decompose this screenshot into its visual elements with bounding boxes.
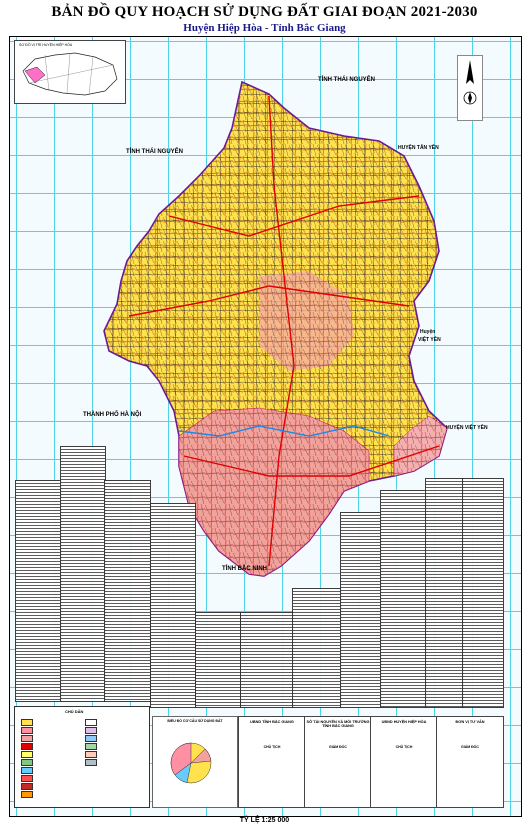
pie-caption: BIỂU ĐỒ CƠ CẤU SỬ DỤNG ĐẤT bbox=[167, 719, 223, 723]
map-subtitle: Huyện Hiệp Hòa - Tỉnh Bắc Giang bbox=[183, 22, 346, 34]
legend-swatch-agri bbox=[21, 719, 33, 726]
north-arrow-icon bbox=[457, 55, 483, 121]
stats-table-1 bbox=[15, 480, 62, 702]
signature-org-2: SỞ TÀI NGUYÊN VÀ MÔI TRƯỜNG TỈNH BẮC GIA… bbox=[306, 720, 370, 728]
signature-box-1: UBND TỈNH BẮC GIANG CHỦ TỊCH bbox=[238, 716, 306, 808]
stats-table-7 bbox=[292, 588, 342, 708]
land-use-pie bbox=[170, 742, 212, 784]
inset-map bbox=[22, 52, 118, 96]
signature-org-1: UBND TỈNH BẮC GIANG bbox=[250, 720, 294, 724]
signature-role-1: CHỦ TỊCH bbox=[263, 745, 281, 749]
stats-table-8 bbox=[340, 512, 382, 708]
map-scale: TỶ LỆ 1:25 000 bbox=[239, 817, 290, 824]
legend-swatch-red bbox=[21, 775, 33, 782]
signature-box-4: ĐƠN VỊ TƯ VẤN GIÁM ĐỐC bbox=[436, 716, 504, 808]
signature-box-2: SỞ TÀI NGUYÊN VÀ MÔI TRƯỜNG TỈNH BẮC GIA… bbox=[304, 716, 372, 808]
legend-swatch-roads bbox=[21, 743, 33, 750]
legend-swatch-orange bbox=[21, 791, 33, 798]
signature-org-4: ĐƠN VỊ TƯ VẤN bbox=[455, 720, 485, 724]
map-legend: CHÚ DẪN bbox=[14, 706, 150, 808]
label-tan-yen: HUYỆN TÂN YÊN bbox=[398, 145, 439, 151]
stats-table-9 bbox=[380, 490, 427, 708]
label-viet-yen-1: Huyện bbox=[420, 329, 436, 335]
legend-swatch-lightgreen bbox=[85, 743, 97, 750]
legend-swatch-grey bbox=[85, 759, 97, 766]
signature-role-2: GIÁM ĐỐC bbox=[329, 745, 347, 749]
signature-org-3: UBND HUYỆN HIỆP HÒA bbox=[381, 720, 427, 724]
stats-table-2 bbox=[60, 446, 106, 702]
inset-caption: SƠ ĐỒ VỊ TRÍ HUYỆN HIỆP HÒA bbox=[19, 43, 73, 47]
legend-swatch-lightblue bbox=[85, 735, 97, 742]
map-title: BẢN ĐỒ QUY HOẠCH SỬ DỤNG ĐẤT GIAI ĐOẠN 2… bbox=[51, 4, 478, 20]
label-thai-nguyen-ne: TỈNH THÁI NGUYÊN bbox=[318, 77, 375, 83]
label-bac-ninh: TỈNH BẮC NINH bbox=[222, 566, 267, 572]
stats-table-3 bbox=[104, 480, 151, 702]
location-inset: SƠ ĐỒ VỊ TRÍ HUYỆN HIỆP HÒA bbox=[14, 40, 126, 104]
signature-role-3: CHỦ TỊCH bbox=[395, 745, 413, 749]
legend-caption: CHÚ DẪN bbox=[65, 709, 84, 714]
legend-swatch-rice bbox=[21, 751, 33, 758]
legend-swatch-peach bbox=[85, 751, 97, 758]
stats-table-10 bbox=[425, 478, 464, 708]
land-use-pie-box: BIỂU ĐỒ CƠ CẤU SỬ DỤNG ĐẤT bbox=[152, 716, 238, 808]
label-viet-yen-2: VIỆT YÊN bbox=[418, 337, 441, 343]
stats-table-11 bbox=[462, 478, 504, 708]
legend-swatch-forest bbox=[21, 759, 33, 766]
label-ha-noi: THÀNH PHỐ HÀ NỘI bbox=[83, 412, 142, 418]
legend-swatch-violet bbox=[85, 727, 97, 734]
legend-swatch-water bbox=[21, 767, 33, 774]
legend-swatch-urban bbox=[21, 735, 33, 742]
stats-table-4 bbox=[150, 503, 196, 708]
legend-swatch-blank-1 bbox=[85, 719, 97, 726]
signature-box-3: UBND HUYỆN HIỆP HÒA CHỦ TỊCH bbox=[370, 716, 438, 808]
signature-role-4: GIÁM ĐỐC bbox=[461, 745, 479, 749]
stats-table-6 bbox=[240, 612, 294, 708]
legend-swatch-darkred bbox=[21, 783, 33, 790]
label-thai-nguyen-w: TỈNH THÁI NGUYÊN bbox=[126, 149, 183, 155]
label-viet-yen-3: HUYỆN VIỆT YÊN bbox=[446, 425, 488, 431]
legend-swatch-residential bbox=[21, 727, 33, 734]
stats-table-5 bbox=[195, 612, 241, 708]
